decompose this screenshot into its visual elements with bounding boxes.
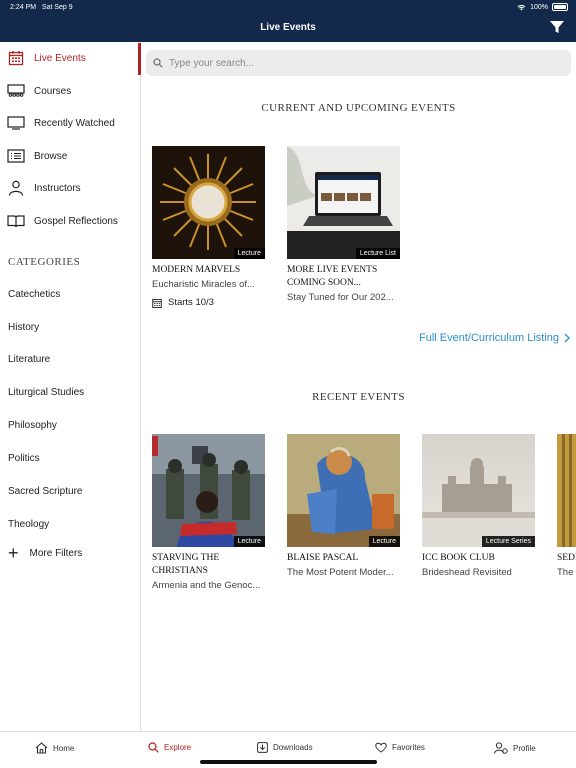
calendar-icon (152, 298, 162, 308)
event-subtitle: Brideshead Revisited (422, 567, 512, 578)
event-title: ICC BOOK CLUB (422, 553, 495, 563)
event-card-modern-marvels[interactable]: Lecture MODERN MARVELS Eucharistic Mirac… (152, 146, 265, 308)
heart-icon (375, 742, 387, 753)
sidebar-item-label: Gospel Reflections (34, 215, 118, 227)
search-icon (148, 742, 159, 753)
tab-label: Explore (164, 743, 192, 752)
event-thumbnail[interactable]: Lecture Series (422, 434, 535, 547)
event-start-date: Starts 10/3 (152, 297, 265, 308)
tab-label: Profile (513, 743, 536, 753)
status-bar: 2:24 PM Sat Sep 9 100% (0, 2, 576, 14)
status-right: 100% (517, 3, 568, 11)
category-theology[interactable]: Theology (8, 519, 49, 530)
sidebar-item-label: Instructors (34, 182, 81, 194)
sidebar-item-label: Browse (34, 150, 68, 162)
list-icon (7, 148, 25, 164)
event-subtitle: Stay Tuned for Our 202... (287, 292, 394, 303)
sidebar-item-label: Courses (34, 85, 72, 97)
home-icon (35, 742, 48, 754)
category-sacred-scripture[interactable]: Sacred Scripture (8, 486, 82, 497)
event-type-badge: Lecture (233, 536, 265, 547)
category-history[interactable]: History (8, 322, 39, 333)
book-icon (7, 213, 25, 229)
event-thumbnail[interactable] (557, 434, 576, 547)
plus-icon: + (8, 543, 19, 563)
wifi-icon (517, 4, 526, 10)
full-event-listing-link[interactable]: Full Event/Curriculum Listing (419, 332, 570, 344)
tab-profile[interactable]: Profile (494, 742, 536, 754)
sidebar: Live Events Courses Recently Watched Bro… (0, 42, 141, 731)
sidebar-item-courses[interactable]: Courses (0, 76, 140, 106)
event-type-badge: Lecture (368, 536, 400, 547)
sidebar-item-recently-watched[interactable]: Recently Watched (0, 108, 140, 138)
event-title: MORE LIVE EVENTS COMING SOON... (287, 265, 378, 288)
classroom-icon (7, 83, 25, 99)
current-events-heading: CURRENT AND UPCOMING EVENTS (261, 102, 456, 114)
chevron-right-icon (564, 333, 570, 343)
tab-favorites[interactable]: Favorites (375, 742, 425, 753)
profile-icon (494, 742, 508, 754)
battery-percent: 100% (530, 3, 548, 11)
category-politics[interactable]: Politics (8, 453, 40, 464)
event-thumbnail[interactable]: Lecture (287, 434, 400, 547)
tab-home[interactable]: Home (35, 742, 74, 754)
event-card-icc-book-club[interactable]: Lecture Series ICC BOOK CLUB Brideshead … (422, 434, 535, 578)
tab-downloads[interactable]: Downloads (257, 742, 313, 753)
event-card-more-live-events[interactable]: Lecture List MORE LIVE EVENTS COMING SOO… (287, 146, 400, 303)
sidebar-item-gospel-reflections[interactable]: Gospel Reflections (0, 206, 140, 236)
event-title: MODERN MARVELS (152, 265, 241, 275)
event-title: SEDI (557, 553, 576, 563)
more-filters-label: More Filters (29, 547, 83, 559)
recent-events-heading: RECENT EVENTS (312, 391, 405, 403)
categories-heading: CATEGORIES (8, 256, 81, 268)
event-subtitle: Eucharistic Miracles of... (152, 279, 255, 290)
category-liturgical-studies[interactable]: Liturgical Studies (8, 387, 84, 398)
event-thumbnail[interactable]: Lecture List (287, 146, 400, 259)
search-icon (153, 58, 163, 68)
event-thumbnail[interactable]: Lecture (152, 434, 265, 547)
category-philosophy[interactable]: Philosophy (8, 420, 57, 431)
event-card-partial[interactable]: SEDI The (557, 434, 576, 578)
top-bar: 2:24 PM Sat Sep 9 100% Live Events (0, 0, 576, 42)
tab-label: Downloads (273, 743, 313, 752)
person-icon (7, 180, 25, 196)
tab-label: Home (53, 743, 75, 753)
filter-icon[interactable] (550, 20, 564, 34)
more-filters-button[interactable]: + More Filters (8, 543, 83, 563)
main-content: Type your search... CURRENT AND UPCOMING… (141, 42, 576, 731)
event-type-badge: Lecture Series (481, 536, 535, 547)
event-title: BLAISE PASCAL (287, 553, 359, 563)
event-subtitle: The (557, 567, 574, 578)
event-card-blaise-pascal[interactable]: Lecture BLAISE PASCAL The Most Potent Mo… (287, 434, 400, 578)
event-subtitle: Armenia and the Genoc... (152, 580, 261, 591)
event-type-badge: Lecture List (355, 248, 400, 259)
event-subtitle: The Most Potent Moder... (287, 567, 394, 578)
sidebar-item-label: Live Events (34, 52, 86, 64)
category-catechetics[interactable]: Catechetics (8, 289, 60, 300)
full-listing-label: Full Event/Curriculum Listing (419, 332, 559, 344)
monitor-icon (7, 115, 25, 131)
event-title: STARVING THE CHRISTIANS (152, 553, 220, 576)
sidebar-item-browse[interactable]: Browse (0, 141, 140, 171)
event-date-label: Starts 10/3 (168, 297, 214, 308)
sidebar-item-instructors[interactable]: Instructors (0, 173, 140, 203)
sidebar-item-live-events[interactable]: Live Events (0, 43, 141, 75)
battery-icon (552, 3, 568, 11)
calendar-icon (7, 50, 25, 66)
event-type-badge: Lecture (233, 248, 265, 259)
category-literature[interactable]: Literature (8, 354, 50, 365)
status-time: 2:24 PM Sat Sep 9 (10, 4, 73, 11)
tab-label: Favorites (392, 743, 425, 752)
event-card-starving-the-christians[interactable]: Lecture STARVING THE CHRISTIANS Armenia … (152, 434, 265, 591)
download-icon (257, 742, 268, 753)
page-title: Live Events (260, 22, 316, 33)
tab-explore[interactable]: Explore (148, 742, 191, 753)
home-indicator[interactable] (200, 760, 377, 764)
search-input[interactable]: Type your search... (146, 50, 571, 76)
event-thumbnail[interactable]: Lecture (152, 146, 265, 259)
search-placeholder: Type your search... (169, 57, 255, 69)
sidebar-item-label: Recently Watched (34, 117, 115, 129)
